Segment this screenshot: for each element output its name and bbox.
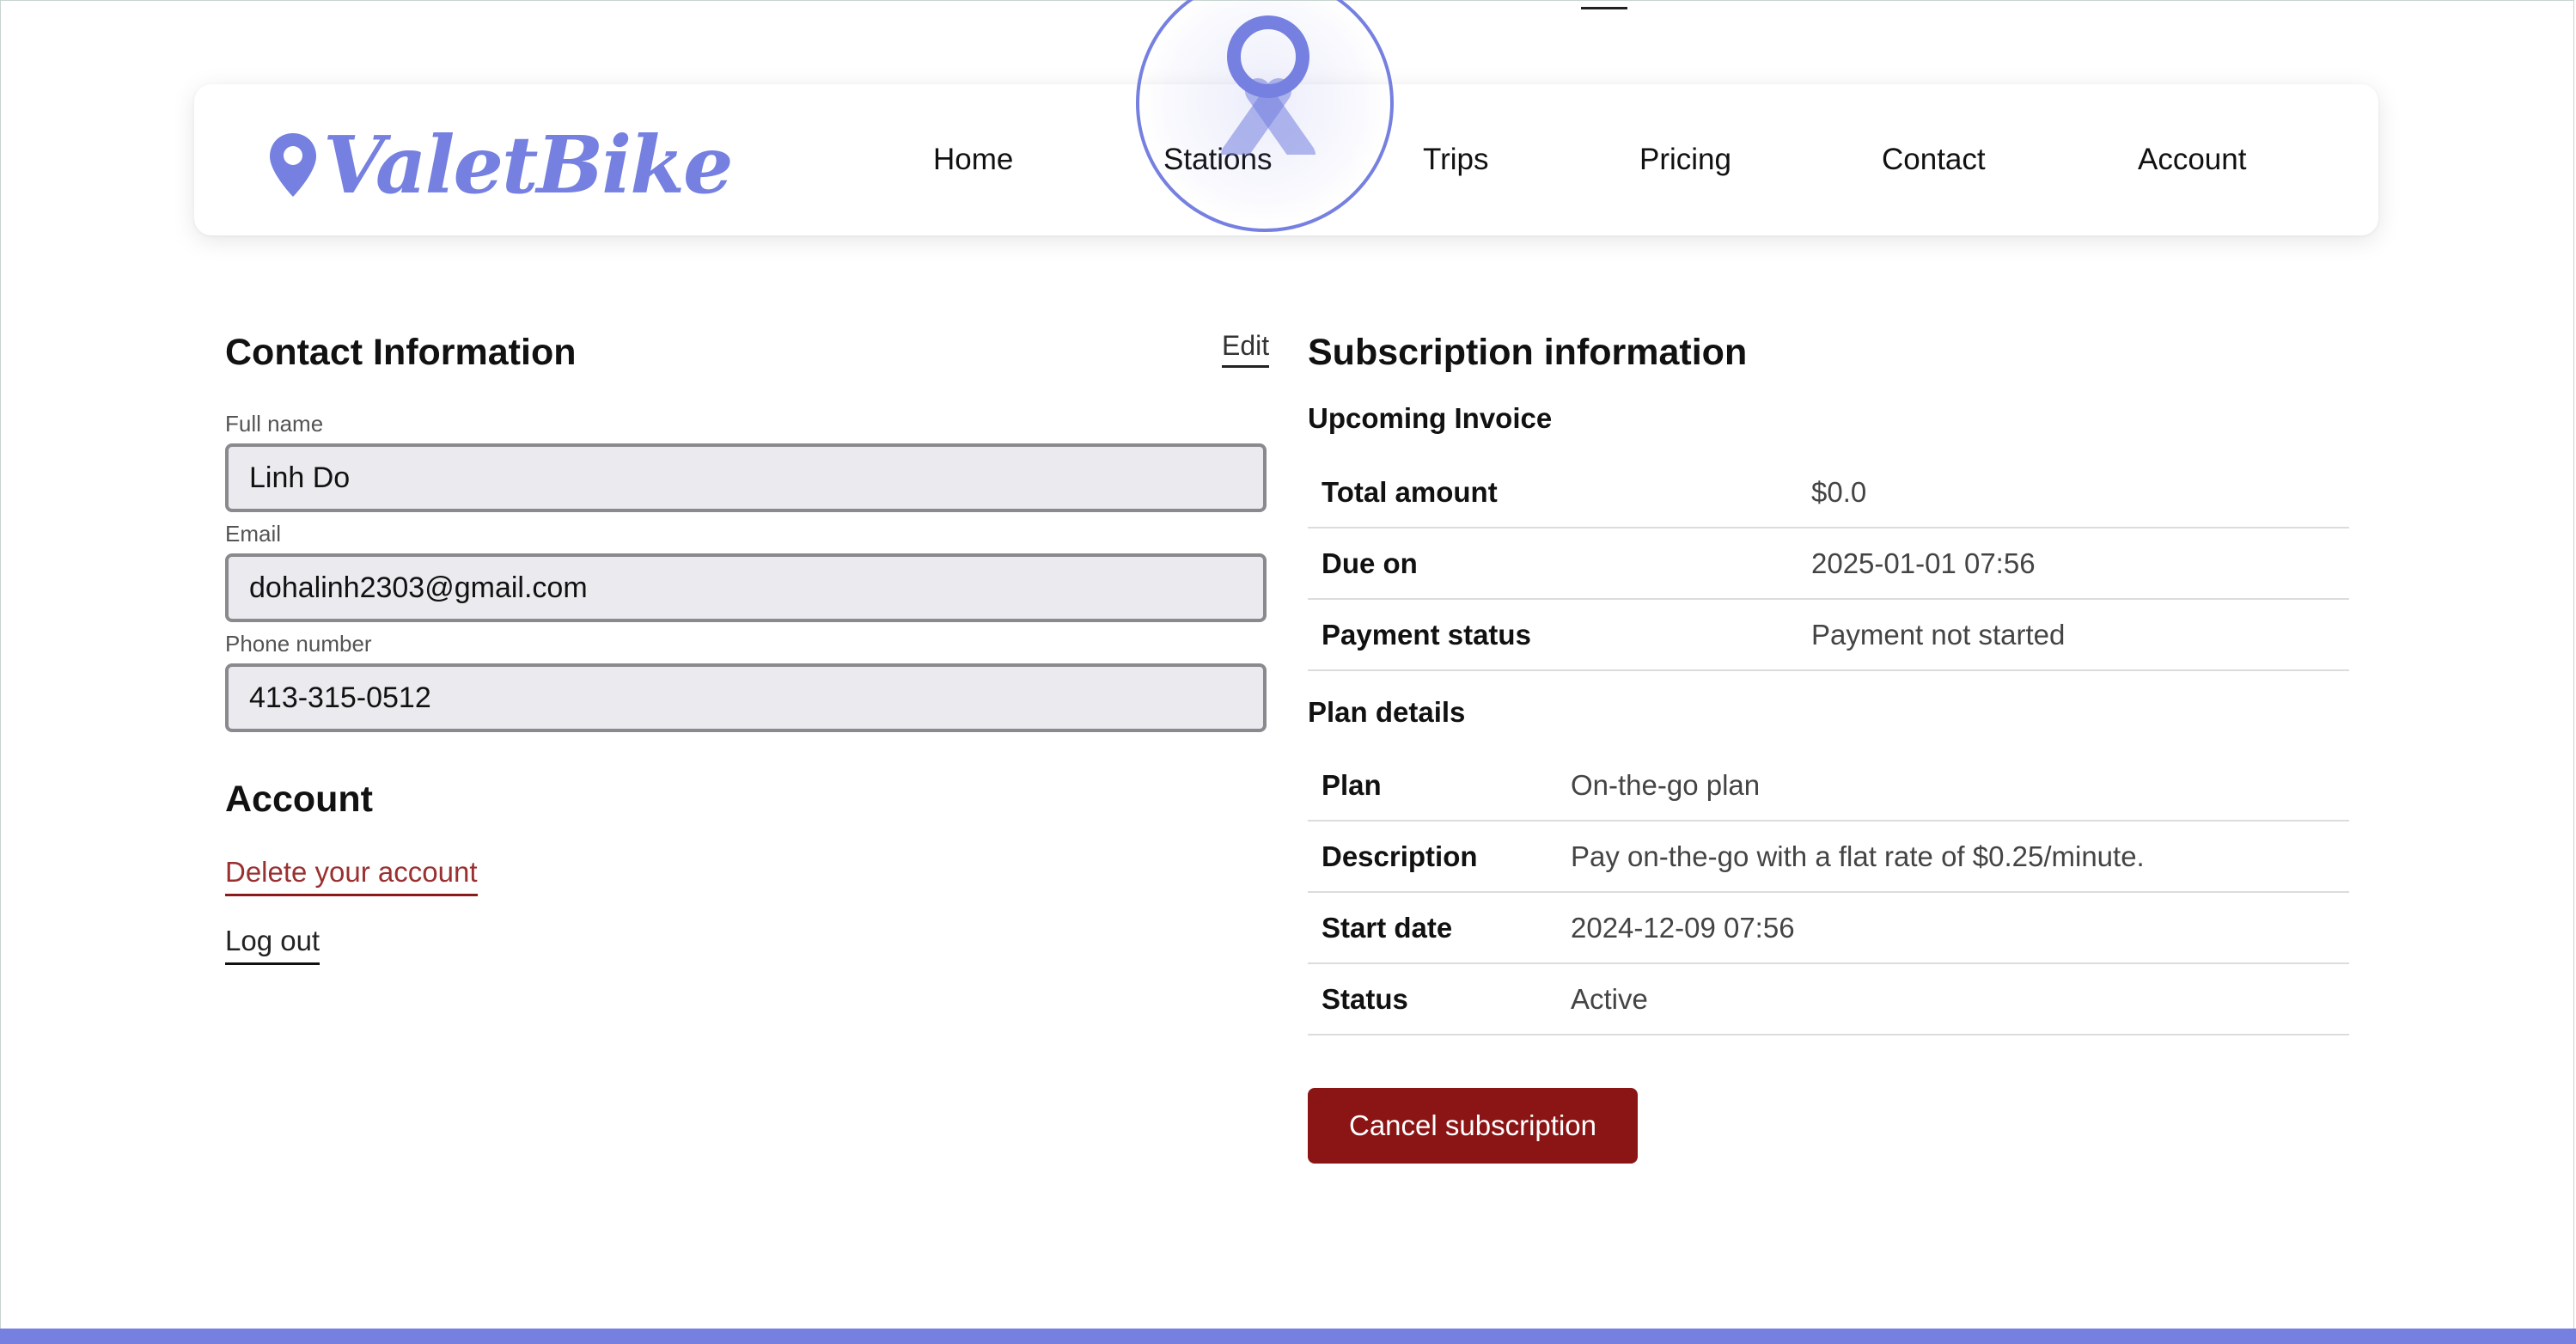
- brand-name: ValetBike: [323, 119, 734, 211]
- contact-title: Contact Information: [225, 332, 577, 373]
- footer-bar: [0, 1329, 2576, 1344]
- full-name-field[interactable]: [225, 443, 1267, 512]
- nav-contact[interactable]: Contact: [1882, 143, 1986, 177]
- email-field[interactable]: [225, 553, 1267, 622]
- plan-label: Plan: [1308, 750, 1557, 822]
- email-label: Email: [225, 521, 282, 547]
- table-row: Total amount $0.0: [1308, 457, 2349, 528]
- map-pin-icon: [268, 131, 318, 199]
- start-date-value: 2024-12-09 07:56: [1557, 892, 2349, 964]
- status-label: Status: [1308, 963, 1557, 1035]
- nav-home[interactable]: Home: [933, 143, 1013, 177]
- table-row: Status Active: [1308, 963, 2349, 1035]
- description-label: Description: [1308, 821, 1557, 893]
- full-name-label: Full name: [225, 411, 324, 437]
- table-row: Description Pay on-the-go with a flat ra…: [1308, 821, 2349, 893]
- brand-logo[interactable]: ValetBike: [268, 119, 734, 211]
- window-indicator: [1581, 7, 1627, 9]
- account-title: Account: [225, 779, 373, 820]
- edit-link[interactable]: Edit: [1222, 330, 1270, 368]
- cancel-subscription-button[interactable]: Cancel subscription: [1308, 1088, 1638, 1164]
- nav-stations[interactable]: Stations: [1163, 143, 1272, 177]
- payment-status-value: Payment not started: [1798, 599, 2349, 671]
- table-row: Plan On-the-go plan: [1308, 750, 2349, 822]
- nav-trips[interactable]: Trips: [1423, 143, 1488, 177]
- invoice-due-value: 2025-01-01 07:56: [1798, 528, 2349, 600]
- plan-details-heading: Plan details: [1308, 696, 1466, 728]
- plan-table: Plan On-the-go plan Description Pay on-t…: [1308, 750, 2349, 1035]
- invoice-total-value: $0.0: [1798, 457, 2349, 528]
- nav-account[interactable]: Account: [2138, 143, 2246, 177]
- table-row: Due on 2025-01-01 07:56: [1308, 528, 2349, 600]
- invoice-total-label: Total amount: [1308, 457, 1798, 528]
- invoice-table: Total amount $0.0 Due on 2025-01-01 07:5…: [1308, 457, 2349, 671]
- nav-pricing[interactable]: Pricing: [1639, 143, 1731, 177]
- phone-label: Phone number: [225, 631, 372, 657]
- phone-field[interactable]: [225, 663, 1267, 732]
- upcoming-invoice-heading: Upcoming Invoice: [1308, 402, 1553, 434]
- invoice-due-label: Due on: [1308, 528, 1798, 600]
- subscription-title: Subscription information: [1308, 332, 1748, 373]
- logout-link[interactable]: Log out: [225, 925, 320, 965]
- table-row: Payment status Payment not started: [1308, 599, 2349, 671]
- delete-account-link[interactable]: Delete your account: [225, 856, 478, 896]
- payment-status-label: Payment status: [1308, 599, 1798, 671]
- plan-value: On-the-go plan: [1557, 750, 2349, 822]
- description-value: Pay on-the-go with a flat rate of $0.25/…: [1557, 821, 2349, 893]
- start-date-label: Start date: [1308, 892, 1557, 964]
- table-row: Start date 2024-12-09 07:56: [1308, 892, 2349, 964]
- status-value: Active: [1557, 963, 2349, 1035]
